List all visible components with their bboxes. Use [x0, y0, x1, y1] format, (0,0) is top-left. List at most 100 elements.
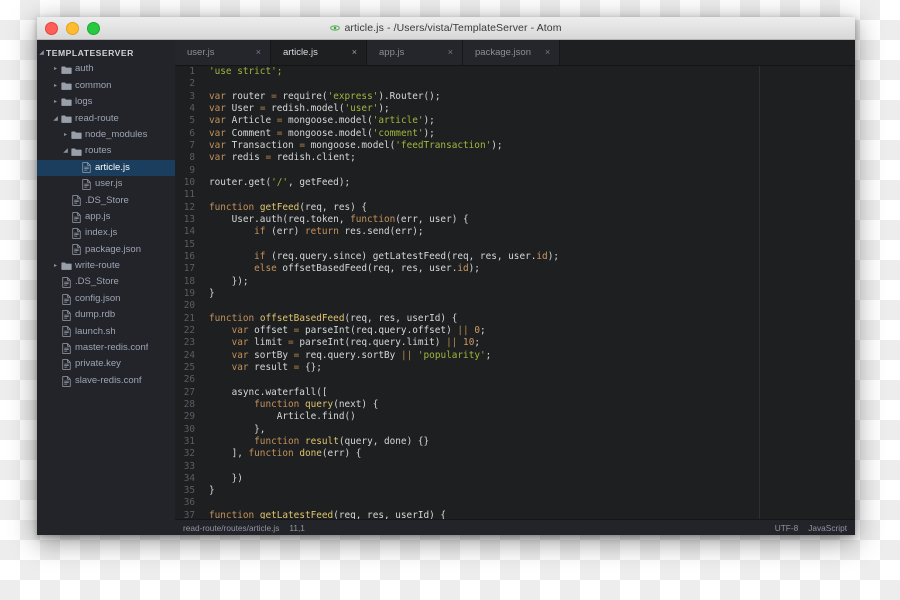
- code-line[interactable]: 17 else offsetBasedFeed(req, res, user.i…: [175, 263, 855, 275]
- code-line[interactable]: 25 var result = {};: [175, 362, 855, 374]
- editor-tab-package-json[interactable]: package.json ×: [463, 40, 561, 65]
- status-cursor-position[interactable]: 11,1: [289, 523, 305, 533]
- code-line[interactable]: 8 var redis = redish.client;: [175, 152, 855, 164]
- tree-item-slave-redis-conf[interactable]: slave-redis.conf: [37, 373, 175, 389]
- window-controls: [37, 21, 100, 35]
- tree-item-label: app.js: [85, 210, 111, 222]
- code-line[interactable]: 26: [175, 374, 855, 386]
- close-window-button[interactable]: [45, 21, 58, 35]
- code-line[interactable]: 30 },: [175, 424, 855, 436]
- chevron-right-icon[interactable]: ▸: [61, 127, 70, 143]
- chevron-right-icon[interactable]: ▸: [51, 78, 60, 94]
- code-line[interactable]: 32 ], function done(err) {: [175, 448, 855, 460]
- tree-item-index-js[interactable]: index.js: [37, 225, 175, 241]
- code-line[interactable]: 29 Article.find(): [175, 411, 855, 423]
- code-line[interactable]: 23 var limit = parseInt(req.query.limit)…: [175, 337, 855, 349]
- file-icon: [60, 274, 72, 290]
- code-line[interactable]: 7 var Transaction = mongoose.model('feedT…: [175, 140, 855, 152]
- tab-close-icon[interactable]: ×: [448, 48, 453, 57]
- tree-item-auth[interactable]: ▸ auth: [37, 61, 175, 77]
- code-line[interactable]: 28 function query(next) {: [175, 399, 855, 411]
- status-right-group: UTF-8 JavaScript: [775, 523, 847, 533]
- chevron-down-icon[interactable]: ◢: [61, 143, 70, 159]
- editor-tab-article-js[interactable]: article.js ×: [271, 40, 367, 65]
- line-number: 19: [183, 287, 195, 299]
- code-line[interactable]: 34 }): [175, 473, 855, 485]
- code-line[interactable]: 4 var User = redish.model('user');: [175, 103, 855, 115]
- code-line[interactable]: 35}: [175, 485, 855, 497]
- tree-view-sidebar[interactable]: ◢ TEMPLATESERVER ▸ auth ▸ common ▸ logs ◢ read-…: [37, 40, 175, 535]
- code-line[interactable]: 6 var Comment = mongoose.model('comment')…: [175, 128, 855, 140]
- tree-item-package-json[interactable]: package.json: [37, 242, 175, 258]
- code-text: }: [209, 287, 215, 299]
- code-line[interactable]: 33: [175, 461, 855, 473]
- code-line[interactable]: 3 var router = require('express').Router(…: [175, 91, 855, 103]
- chevron-right-icon[interactable]: ▸: [51, 258, 60, 274]
- code-line[interactable]: 19}: [175, 288, 855, 300]
- code-line[interactable]: 24 var sortBy = req.query.sortBy || 'pop…: [175, 350, 855, 362]
- chevron-down-icon[interactable]: ◢: [51, 111, 60, 127]
- file-icon: [80, 160, 92, 176]
- tree-item-common[interactable]: ▸ common: [37, 78, 175, 94]
- tree-item-node-modules[interactable]: ▸ node_modules: [37, 127, 175, 143]
- tree-item-logs[interactable]: ▸ logs: [37, 94, 175, 110]
- code-line[interactable]: 20: [175, 300, 855, 312]
- minimize-window-button[interactable]: [66, 21, 79, 35]
- status-encoding[interactable]: UTF-8: [775, 523, 799, 533]
- status-file-path[interactable]: read-route/routes/article.js: [183, 523, 279, 533]
- editor-tab-user-js[interactable]: user.js ×: [175, 40, 271, 65]
- tab-close-icon[interactable]: ×: [352, 48, 357, 57]
- tree-item-read-route[interactable]: ◢ read-route: [37, 111, 175, 127]
- tree-item-ds-store[interactable]: .DS_Store: [37, 193, 175, 209]
- code-line[interactable]: 18 });: [175, 276, 855, 288]
- code-line[interactable]: 5 var Article = mongoose.model('article')…: [175, 115, 855, 127]
- window-title-bar: article.js - /Users/vista/TemplateServer…: [37, 17, 855, 40]
- code-line[interactable]: 12 function getFeed(req, res) {: [175, 202, 855, 214]
- tree-item-master-redis-conf[interactable]: master-redis.conf: [37, 340, 175, 356]
- code-line[interactable]: 9: [175, 165, 855, 177]
- zoom-window-button[interactable]: [87, 21, 100, 35]
- tree-item-article-js[interactable]: article.js: [37, 159, 175, 177]
- chevron-right-icon[interactable]: ▸: [51, 94, 60, 110]
- code-text: var Transaction = mongoose.model('feedTr…: [209, 139, 503, 151]
- tree-item-dump-rdb[interactable]: dump.rdb: [37, 307, 175, 323]
- status-grammar[interactable]: JavaScript: [808, 523, 847, 533]
- code-line[interactable]: 31 function result(query, done) {}: [175, 436, 855, 448]
- code-text: var redis = redish.client;: [209, 152, 356, 164]
- line-number: 7: [189, 139, 195, 151]
- code-line[interactable]: 21 function offsetBasedFeed(req, res, use…: [175, 313, 855, 325]
- code-editor[interactable]: 1 'use strict'; 2 3 var router = require('ex…: [175, 66, 855, 519]
- code-line[interactable]: 13 User.auth(req.token, function(err, us…: [175, 214, 855, 226]
- editor-column: user.js × article.js × app.js × package.json × …: [175, 40, 855, 535]
- code-line[interactable]: 10 router.get('/', getFeed);: [175, 177, 855, 189]
- tree-item-routes[interactable]: ◢ routes: [37, 143, 175, 159]
- code-line[interactable]: 27 async.waterfall([: [175, 387, 855, 399]
- tree-root-templateserver[interactable]: ◢ TEMPLATESERVER: [37, 45, 175, 61]
- tab-close-icon[interactable]: ×: [256, 48, 261, 57]
- tree-item-private-key[interactable]: private.key: [37, 356, 175, 372]
- tab-close-icon[interactable]: ×: [545, 48, 550, 57]
- tree-item-write-route[interactable]: ▸ write-route: [37, 258, 175, 274]
- tree-item-launch-sh[interactable]: launch.sh: [37, 324, 175, 340]
- tree-item-user-js[interactable]: user.js: [37, 176, 175, 192]
- window-body: ◢ TEMPLATESERVER ▸ auth ▸ common ▸ logs ◢ read-…: [37, 40, 855, 535]
- code-line[interactable]: 2: [175, 78, 855, 90]
- code-line[interactable]: 36: [175, 497, 855, 509]
- folder-icon: [60, 78, 72, 94]
- editor-tab-app-js[interactable]: app.js ×: [367, 40, 463, 65]
- code-line[interactable]: 37 function getLatestFeed(req, res, userI…: [175, 510, 855, 519]
- code-line[interactable]: 15: [175, 239, 855, 251]
- line-number: 8: [189, 152, 195, 164]
- code-line[interactable]: 16 if (req.query.since) getLatestFeed(re…: [175, 251, 855, 263]
- chevron-right-icon[interactable]: ▸: [51, 61, 60, 77]
- code-line[interactable]: 22 var offset = parseInt(req.query.offse…: [175, 325, 855, 337]
- tree-item-config-json[interactable]: config.json: [37, 291, 175, 307]
- code-text: User.auth(req.token, function(err, user)…: [209, 213, 469, 225]
- tree-item-app-js[interactable]: app.js: [37, 209, 175, 225]
- code-line[interactable]: 11: [175, 189, 855, 201]
- code-text: function getFeed(req, res) {: [209, 201, 368, 213]
- tree-item-ds-store[interactable]: .DS_Store: [37, 274, 175, 290]
- code-line[interactable]: 1 'use strict';: [175, 66, 855, 78]
- code-line[interactable]: 14 if (err) return res.send(err);: [175, 226, 855, 238]
